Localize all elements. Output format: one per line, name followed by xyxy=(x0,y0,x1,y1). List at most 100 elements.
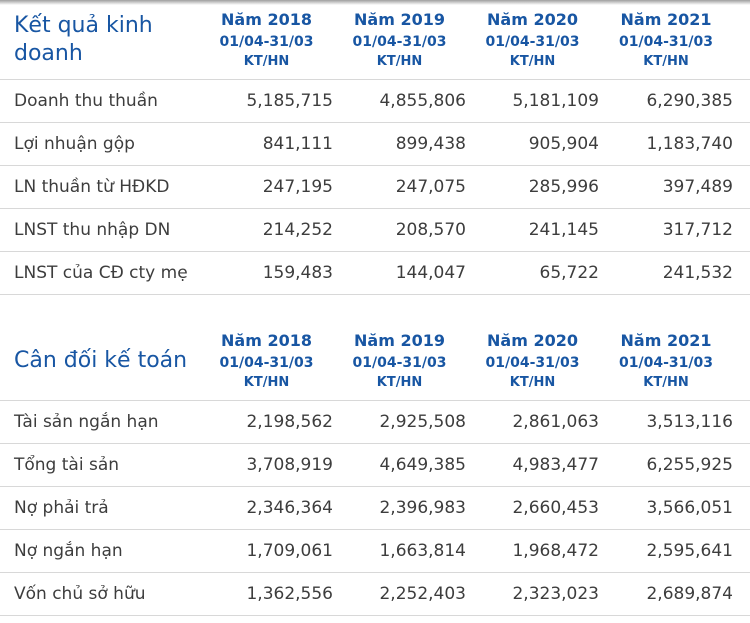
cell-value: 397,489 xyxy=(662,177,733,197)
cell-value: 2,323,023 xyxy=(512,584,599,604)
table-row-net-revenue: Doanh thu thuần 5,185,715 4,855,806 5,18… xyxy=(0,79,750,123)
income-statement-header-row: Kết quả kinh doanh Năm 2018 01/04-31/03 … xyxy=(0,0,750,80)
column-period-label: 01/04-31/03 xyxy=(619,355,713,371)
column-basis-label: KT/HN xyxy=(643,375,689,390)
section-title-income-statement: Kết quả kinh doanh xyxy=(14,13,153,66)
section-title-cell: Kết quả kinh doanh xyxy=(0,0,200,80)
cell-value: 6,290,385 xyxy=(646,91,733,111)
cell-value: 2,925,508 xyxy=(379,412,466,432)
cell-value: 65,722 xyxy=(539,263,599,283)
table-row-parent-shareholder-profit: LNST của CĐ cty mẹ 159,483 144,047 65,72… xyxy=(0,251,750,295)
column-period-label: 01/04-31/03 xyxy=(619,34,713,50)
row-label: Doanh thu thuần xyxy=(14,91,158,111)
cell-value: 3,708,919 xyxy=(246,455,333,475)
column-basis-label: KT/HN xyxy=(509,375,556,390)
column-header-2019: Năm 2019 01/04-31/03 KT/HN xyxy=(333,321,466,401)
cell-value: 241,145 xyxy=(528,220,599,240)
cell-value: 1,968,472 xyxy=(512,541,599,561)
cell-value: 2,396,983 xyxy=(379,498,466,518)
row-label: Tài sản ngắn hạn xyxy=(14,412,159,432)
cell-value: 899,438 xyxy=(395,134,466,154)
cell-value: 2,689,874 xyxy=(646,584,733,604)
cell-value: 2,660,453 xyxy=(512,498,599,518)
table-row-owners-equity: Vốn chủ sở hữu 1,362,556 2,252,403 2,323… xyxy=(0,572,750,616)
cell-value: 5,181,109 xyxy=(512,91,599,111)
cell-value: 1,663,814 xyxy=(379,541,466,561)
column-period-label: 01/04-31/03 xyxy=(485,355,580,371)
cell-value: 2,198,562 xyxy=(246,412,333,432)
income-statement-table: Kết quả kinh doanh Năm 2018 01/04-31/03 … xyxy=(0,0,750,295)
cell-value: 2,252,403 xyxy=(379,584,466,604)
column-year-label: Năm 2019 xyxy=(354,10,445,29)
row-label: Lợi nhuận gộp xyxy=(14,134,135,154)
balance-sheet-header-row: Cân đối kế toán Năm 2018 01/04-31/03 KT/… xyxy=(0,321,750,401)
cell-value: 905,904 xyxy=(528,134,599,154)
column-year-label: Năm 2020 xyxy=(487,331,578,350)
column-header-2018: Năm 2018 01/04-31/03 KT/HN xyxy=(200,0,333,80)
cell-value: 159,483 xyxy=(262,263,333,283)
table-row-gross-profit: Lợi nhuận gộp 841,111 899,438 905,904 1,… xyxy=(0,122,750,166)
cell-value: 4,855,806 xyxy=(379,91,466,111)
row-label: Nợ ngắn hạn xyxy=(14,541,123,561)
column-period-label: 01/04-31/03 xyxy=(219,355,314,371)
cell-value: 317,712 xyxy=(662,220,733,240)
row-label: Nợ phải trả xyxy=(14,498,109,518)
cell-value: 247,195 xyxy=(262,177,333,197)
column-basis-label: KT/HN xyxy=(376,375,423,390)
cell-value: 1,183,740 xyxy=(646,134,733,154)
cell-value: 1,362,556 xyxy=(246,584,333,604)
cell-value: 285,996 xyxy=(528,177,599,197)
column-header-2021: Năm 2021 01/04-31/03 KT/HN xyxy=(599,321,750,401)
cell-value: 214,252 xyxy=(262,220,333,240)
table-row-profit-after-tax: LNST thu nhập DN 214,252 208,570 241,145… xyxy=(0,208,750,252)
column-header-2020: Năm 2020 01/04-31/03 KT/HN xyxy=(466,0,599,80)
column-basis-label: KT/HN xyxy=(376,54,423,69)
cell-value: 4,983,477 xyxy=(512,455,599,475)
cell-value: 3,513,116 xyxy=(646,412,733,432)
column-year-label: Năm 2019 xyxy=(354,331,445,350)
cell-value: 3,566,051 xyxy=(646,498,733,518)
table-row-current-assets: Tài sản ngắn hạn 2,198,562 2,925,508 2,8… xyxy=(0,400,750,444)
column-period-label: 01/04-31/03 xyxy=(485,34,580,50)
row-label: LNST thu nhập DN xyxy=(14,220,171,240)
column-basis-label: KT/HN xyxy=(243,54,290,69)
balance-sheet-table: Cân đối kế toán Năm 2018 01/04-31/03 KT/… xyxy=(0,321,750,616)
cell-value: 2,861,063 xyxy=(512,412,599,432)
row-label: LNST của CĐ cty mẹ xyxy=(14,263,188,283)
column-year-label: Năm 2020 xyxy=(487,10,578,29)
cell-value: 247,075 xyxy=(395,177,466,197)
cell-value: 208,570 xyxy=(395,220,466,240)
column-basis-label: KT/HN xyxy=(643,54,689,69)
column-year-label: Năm 2018 xyxy=(221,331,312,350)
cell-value: 841,111 xyxy=(262,134,333,154)
table-row-operating-profit: LN thuần từ HĐKD 247,195 247,075 285,996… xyxy=(0,165,750,209)
column-period-label: 01/04-31/03 xyxy=(352,34,447,50)
column-period-label: 01/04-31/03 xyxy=(219,34,314,50)
table-row-current-liabilities: Nợ ngắn hạn 1,709,061 1,663,814 1,968,47… xyxy=(0,529,750,573)
row-label: Tổng tài sản xyxy=(14,455,120,475)
row-label: Vốn chủ sở hữu xyxy=(14,584,146,604)
column-year-label: Năm 2018 xyxy=(221,10,312,29)
column-year-label: Năm 2021 xyxy=(620,331,712,350)
column-header-2020: Năm 2020 01/04-31/03 KT/HN xyxy=(466,321,599,401)
column-header-2021: Năm 2021 01/04-31/03 KT/HN xyxy=(599,0,750,80)
section-title-balance-sheet: Cân đối kế toán xyxy=(14,348,188,373)
cell-value: 1,709,061 xyxy=(246,541,333,561)
column-basis-label: KT/HN xyxy=(509,54,556,69)
cell-value: 2,346,364 xyxy=(246,498,333,518)
table-row-total-liabilities: Nợ phải trả 2,346,364 2,396,983 2,660,45… xyxy=(0,486,750,530)
column-year-label: Năm 2021 xyxy=(620,10,712,29)
column-header-2019: Năm 2019 01/04-31/03 KT/HN xyxy=(333,0,466,80)
cell-value: 5,185,715 xyxy=(246,91,333,111)
cell-value: 2,595,641 xyxy=(646,541,733,561)
row-label: LN thuần từ HĐKD xyxy=(14,177,170,197)
cell-value: 241,532 xyxy=(662,263,733,283)
section-title-cell: Cân đối kế toán xyxy=(0,321,200,401)
column-header-2018: Năm 2018 01/04-31/03 KT/HN xyxy=(200,321,333,401)
cell-value: 4,649,385 xyxy=(379,455,466,475)
cell-value: 6,255,925 xyxy=(646,455,733,475)
column-period-label: 01/04-31/03 xyxy=(352,355,447,371)
table-row-total-assets: Tổng tài sản 3,708,919 4,649,385 4,983,4… xyxy=(0,443,750,487)
column-basis-label: KT/HN xyxy=(243,375,290,390)
